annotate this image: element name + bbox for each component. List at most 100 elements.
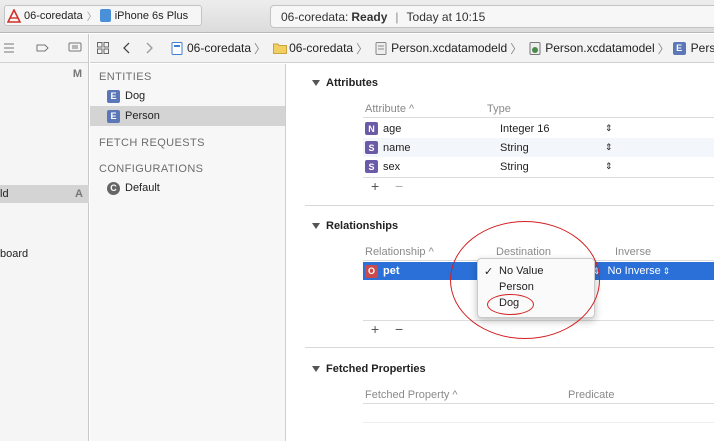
jumpbar-label: Person <box>690 41 714 55</box>
project-file-icon <box>171 42 183 55</box>
header-divider <box>363 403 714 404</box>
table-bottom-line <box>363 177 714 178</box>
attribute-name[interactable]: sex <box>383 161 500 173</box>
updown-chevron-icon[interactable]: ⇕ <box>663 266 671 277</box>
grid-icon[interactable] <box>97 42 109 54</box>
entity-icon: E <box>672 41 686 55</box>
jumpbar-folder[interactable]: 06-coredata <box>269 41 353 55</box>
jumpbar-label: Person.xcdatamodel <box>545 41 655 55</box>
entity-row-person[interactable]: E Person <box>90 106 285 126</box>
menu-item-person[interactable]: Person <box>499 281 534 297</box>
table-row-line <box>363 422 714 423</box>
activity-separator: | <box>395 9 399 24</box>
tag-icon[interactable] <box>36 42 50 54</box>
disclosure-triangle-icon[interactable] <box>312 80 320 86</box>
add-attribute-button[interactable]: + <box>371 178 379 194</box>
xcode-app-icon <box>6 7 22 23</box>
relationships-title: Relationships <box>326 220 399 232</box>
data-model-icon <box>529 42 541 55</box>
activity-time: Today at 10:15 <box>406 9 486 24</box>
attribute-type[interactable]: String <box>500 161 605 173</box>
table-bottom-line <box>363 320 714 321</box>
attribute-name[interactable]: age <box>383 123 500 135</box>
entities-header: ENTITIES <box>99 71 152 83</box>
remove-relationship-button[interactable]: − <box>395 321 403 337</box>
entity-icon: E <box>107 109 120 123</box>
updown-chevron-icon[interactable]: ⇕ <box>605 161 613 172</box>
updown-chevron-icon[interactable]: ⇕ <box>605 142 613 153</box>
chevron-right-icon: 〉 <box>356 41 369 56</box>
attribute-name[interactable]: name <box>383 142 500 154</box>
checkmark-icon: ✓ <box>484 266 494 278</box>
jumpbar-label: 06-coredata <box>289 41 354 55</box>
model-editor: Attributes Attribute ^ Type N age Intege… <box>287 64 714 441</box>
entity-outline: ENTITIES E Dog E Person FETCH REQUESTS C… <box>90 64 286 441</box>
navigator-row-label: board <box>0 248 29 260</box>
jumpbar-model-bundle[interactable]: Person.xcdatamodeld <box>371 41 507 55</box>
attributes-title: Attributes <box>326 77 378 89</box>
destination-column-header[interactable]: Destination <box>496 246 551 258</box>
jumpbar-model[interactable]: Person.xcdatamodel <box>525 41 655 55</box>
remove-attribute-button[interactable]: − <box>395 178 403 194</box>
attribute-row[interactable]: N age Integer 16 ⇕ <box>363 119 714 138</box>
navigator-row-label: ld <box>0 188 9 200</box>
entity-row-dog[interactable]: E Dog <box>90 86 285 106</box>
chevron-right-icon: 〉 <box>510 41 523 56</box>
disclosure-triangle-icon[interactable] <box>312 366 320 372</box>
updown-chevron-icon[interactable]: ⇕ <box>605 123 613 134</box>
attribute-type[interactable]: Integer 16 <box>500 123 605 135</box>
chevron-right-icon: 〉 <box>657 41 670 56</box>
predicate-column-header[interactable]: Predicate <box>568 389 614 401</box>
device-icon <box>99 9 111 22</box>
jumpbar-label: Person.xcdatamodeld <box>391 41 508 55</box>
jump-bar: 06-coredata 〉 06-coredata 〉 Person.xcdat… <box>90 34 714 63</box>
fetch-requests-header: FETCH REQUESTS <box>99 137 205 149</box>
menu-item-no-value[interactable]: No Value <box>499 265 543 281</box>
list-icon[interactable] <box>4 42 18 54</box>
chevron-right-icon: 〉 <box>254 41 267 56</box>
attribute-row[interactable]: S name String ⇕ <box>363 138 714 157</box>
type-column-header[interactable]: Type <box>487 103 511 115</box>
modified-badge: M <box>72 68 82 80</box>
navigator-tabs <box>0 34 88 63</box>
device-name: iPhone 6s Plus <box>114 9 189 22</box>
add-relationship-button[interactable]: + <box>371 321 379 337</box>
attribute-column-header[interactable]: Attribute ^ <box>365 103 414 115</box>
back-arrow-icon[interactable] <box>121 42 133 54</box>
fetched-properties-title: Fetched Properties <box>326 363 426 375</box>
relationship-column-header[interactable]: Relationship ^ <box>365 246 434 258</box>
relationship-icon: O <box>365 264 378 278</box>
inverse-value[interactable]: No Inverse <box>608 265 661 277</box>
navigator-row-badge: A <box>75 188 83 200</box>
number-type-icon: N <box>365 122 378 135</box>
configuration-label: Default <box>125 182 160 194</box>
model-bundle-icon <box>375 42 387 55</box>
activity-viewer: 06-coredata: Ready | Today at 10:15 <box>270 5 714 28</box>
attribute-type[interactable]: String <box>500 142 605 154</box>
entity-icon: E <box>107 89 120 103</box>
header-divider <box>363 117 714 118</box>
forward-arrow-icon[interactable] <box>143 42 155 54</box>
string-type-icon: S <box>365 141 378 154</box>
activity-status: Ready <box>351 9 388 24</box>
project-navigator: M ld A board <box>0 34 89 441</box>
attribute-row[interactable]: S sex String ⇕ <box>363 157 714 176</box>
navigator-row[interactable]: board <box>0 245 89 263</box>
section-divider <box>305 347 714 348</box>
string-type-icon: S <box>365 160 378 173</box>
jumpbar-project[interactable]: 06-coredata <box>167 41 251 55</box>
message-icon[interactable] <box>68 42 82 54</box>
inverse-column-header[interactable]: Inverse <box>615 246 651 258</box>
scheme-selector[interactable]: 06-coredata 〉 iPhone 6s Plus <box>4 5 202 26</box>
folder-icon <box>273 42 288 54</box>
disclosure-triangle-icon[interactable] <box>312 223 320 229</box>
jumpbar-entity[interactable]: E Person <box>672 41 714 55</box>
navigator-row[interactable]: ld A <box>0 185 89 203</box>
menu-item-dog[interactable]: Dog <box>499 297 519 313</box>
destination-popup-menu: ✓ No Value Person Dog <box>477 258 595 318</box>
chevron-right-icon: 〉 <box>86 12 97 23</box>
section-divider <box>305 205 714 206</box>
entity-label: Person <box>125 110 160 122</box>
configuration-row-default[interactable]: C Default <box>90 178 285 198</box>
fetched-property-column-header[interactable]: Fetched Property ^ <box>365 389 458 401</box>
